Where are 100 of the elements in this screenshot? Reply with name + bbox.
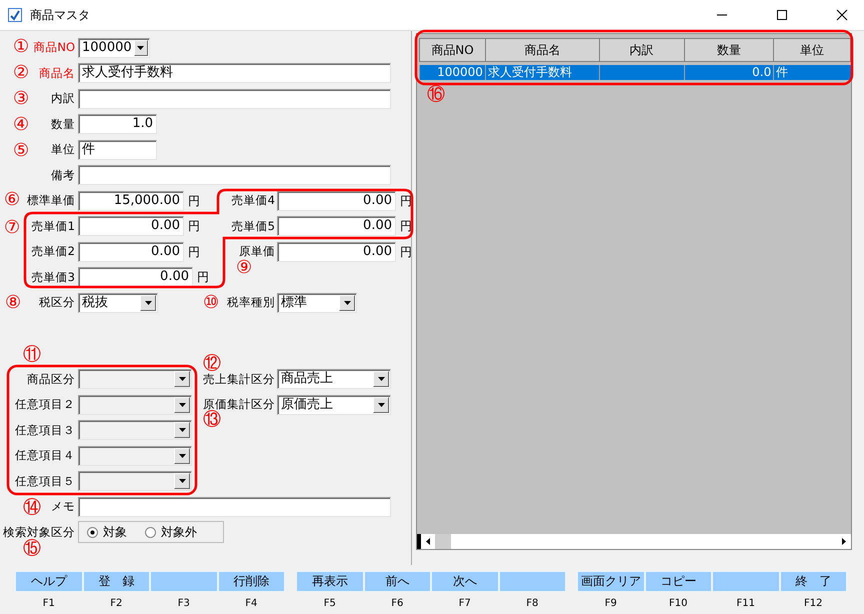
close-icon[interactable] (836, 9, 848, 21)
function-button[interactable]: 終 了 (780, 571, 847, 592)
function-button[interactable]: 前へ (364, 571, 431, 592)
maximize-icon[interactable] (776, 9, 788, 21)
field-label: 売単価2 (32, 243, 75, 260)
radio-button[interactable] (87, 526, 98, 538)
annotation-number: ⑬ (203, 410, 221, 430)
field-label: 商品区分 (27, 370, 75, 388)
annotation-number: ⑥ (4, 190, 20, 210)
function-button[interactable]: コピー (644, 571, 712, 592)
dropdown[interactable]: 商品売上 (277, 369, 391, 390)
column-header[interactable]: 商品名 (485, 38, 600, 62)
key-label: F6 (391, 597, 404, 611)
radio-option[interactable]: 対象外 (145, 523, 197, 542)
field-label: メモ (51, 498, 75, 516)
input-field[interactable]: 0.00 (78, 267, 193, 288)
caret-icon (144, 300, 152, 305)
key-label: F12 (804, 597, 822, 611)
app-icon (8, 8, 22, 22)
input-field[interactable]: 0.00 (277, 190, 396, 211)
input-field[interactable]: 0.00 (277, 216, 396, 236)
unit-label: 円 (400, 192, 412, 210)
caret-icon (178, 454, 186, 458)
function-button[interactable]: 画面クリア (577, 571, 644, 592)
dropdown-button[interactable] (339, 294, 355, 311)
input-field[interactable]: 0.00 (78, 216, 184, 236)
table-cell: 100000 (420, 64, 486, 80)
unit-label: 円 (188, 192, 200, 210)
field-label: 税区分 (39, 294, 75, 312)
field-label: 売上集計区分 (203, 371, 275, 388)
input-field[interactable] (78, 88, 391, 109)
dropdown-button[interactable] (140, 294, 156, 311)
field-label: 単位 (51, 141, 75, 158)
key-label: F3 (178, 597, 190, 611)
radio-button[interactable] (145, 526, 156, 538)
input-field[interactable] (78, 496, 391, 517)
field-label: 任意項目３ (15, 422, 75, 439)
dropdown-button[interactable] (134, 40, 148, 56)
window-title: 商品マスタ (30, 7, 90, 24)
field-label: 売単価1 (32, 218, 75, 235)
key-label: F2 (110, 597, 122, 611)
annotation-number: ⑮ (23, 539, 41, 559)
field-label: 備考 (51, 166, 75, 184)
annotation-number: ② (13, 63, 30, 83)
function-button[interactable]: 行削除 (218, 571, 285, 592)
field-label: 原価集計区分 (203, 396, 275, 412)
column-header[interactable]: 内訳 (599, 38, 684, 62)
radio-option[interactable]: 対象 (87, 523, 127, 542)
annotation-number: ④ (13, 115, 30, 135)
field-label: 検索対象区分 (3, 524, 75, 539)
column-header[interactable]: 単位 (774, 38, 850, 62)
right-arrow-icon[interactable] (842, 538, 846, 545)
unit-label: 円 (188, 218, 200, 236)
annotation-number: ⑦ (4, 218, 20, 238)
field-label: 商品NO (33, 39, 75, 56)
input-field[interactable]: 件 (78, 140, 157, 160)
caret-icon (178, 377, 186, 382)
annotation-number: ⑭ (23, 498, 41, 518)
input-field[interactable]: 求人受付手数料 (78, 63, 391, 84)
dropdown-button[interactable] (373, 371, 389, 388)
function-button[interactable]: ヘルプ (15, 571, 82, 592)
field-label: 売単価5 (232, 218, 275, 235)
dropdown[interactable]: 原価売上 (277, 394, 391, 415)
dropdown[interactable]: 税抜 (78, 292, 158, 313)
caret-icon (178, 428, 186, 432)
key-label: F10 (669, 597, 688, 611)
key-label: F7 (458, 597, 471, 611)
field-label: 任意項目２ (15, 396, 75, 414)
horizontal-scrollbar[interactable] (417, 534, 851, 549)
unit-label: 円 (197, 269, 209, 286)
input-field[interactable]: 0.00 (277, 242, 396, 262)
function-button[interactable]: 登 録 (82, 571, 150, 592)
dropdown-button[interactable] (373, 396, 389, 413)
annotation-number: ⑧ (5, 293, 22, 313)
field-label: 売単価4 (232, 192, 275, 210)
caret-icon (344, 300, 350, 305)
unit-label: 円 (188, 244, 200, 261)
annotation-number: ① (13, 37, 30, 57)
table-cell: 0.0 (684, 64, 774, 80)
input-field[interactable]: 0.00 (78, 242, 184, 262)
function-button[interactable]: 次へ (431, 571, 498, 592)
column-header[interactable]: 数量 (684, 38, 774, 62)
function-button[interactable]: 再表示 (296, 571, 364, 592)
key-label: F5 (324, 597, 336, 611)
scroll-thumb[interactable] (435, 534, 451, 549)
annotation-number: ⑩ (203, 293, 220, 313)
left-arrow-icon[interactable] (426, 538, 430, 545)
field-label: 商品名 (39, 64, 75, 82)
field-label: 標準単価 (27, 192, 75, 210)
input-field[interactable] (78, 165, 391, 186)
input-field[interactable]: 1.0 (78, 114, 157, 134)
column-header[interactable]: 商品NO (420, 38, 486, 62)
dropdown[interactable]: 標準 (277, 292, 357, 313)
caret-icon (137, 46, 144, 50)
unit-label: 円 (400, 244, 412, 261)
key-label: F11 (736, 597, 755, 611)
input-field[interactable]: 15,000.00 (78, 190, 184, 211)
annotation-number: ⑨ (236, 258, 252, 278)
dropdown[interactable]: 100000 (78, 38, 150, 58)
annotation-number: ③ (13, 89, 30, 109)
